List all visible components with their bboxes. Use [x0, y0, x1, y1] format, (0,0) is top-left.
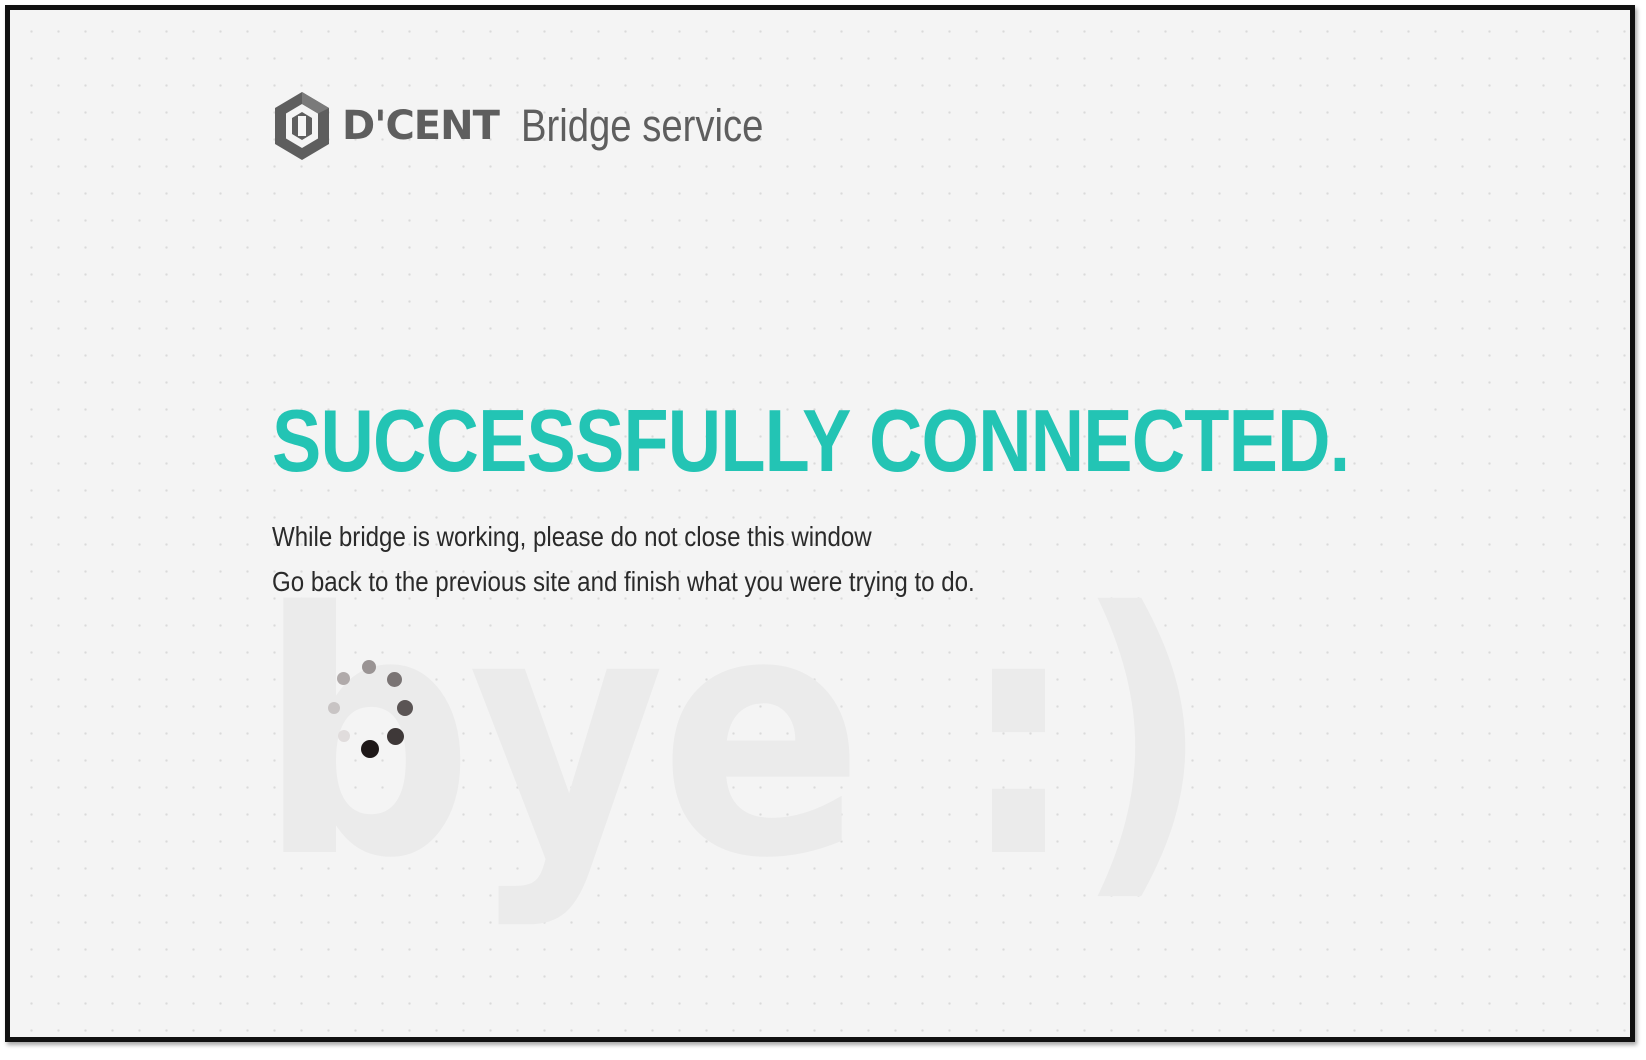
spinner-dot — [361, 740, 379, 758]
bridge-window: bye :) D'CENT Bridge service SUCCESSFULL… — [5, 5, 1635, 1042]
spinner-dot — [387, 672, 402, 687]
spinner-dot — [338, 730, 350, 742]
spinner-dot — [337, 672, 350, 685]
loading-spinner-icon — [322, 660, 418, 760]
header: D'CENT Bridge service — [272, 86, 806, 166]
status-message-line-1: While bridge is working, please do not c… — [272, 521, 872, 552]
service-title: Bridge service — [520, 100, 764, 151]
status-message-line-2: Go back to the previous site and finish … — [272, 566, 975, 597]
spinner-dot — [397, 700, 413, 716]
logo-wordmark: D'CENT — [342, 103, 500, 149]
spinner-dot — [328, 702, 340, 714]
page-title: SUCCESSFULLY CONNECTED. — [272, 391, 1350, 490]
spinner-dot — [387, 728, 404, 745]
dcent-logo-icon — [275, 92, 329, 160]
spinner-dot — [362, 660, 376, 674]
